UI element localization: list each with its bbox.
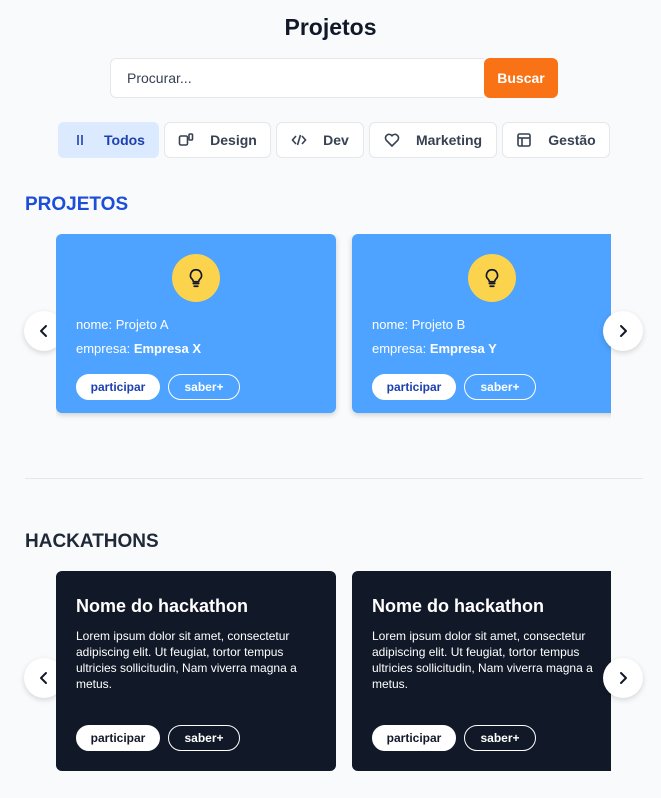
filter-tab-marketing[interactable]: Marketing <box>369 122 497 158</box>
layout-icon <box>517 133 532 147</box>
hackathon-description: Lorem ipsum dolor sit amet, consectetur … <box>372 629 593 691</box>
chevron-right-icon <box>620 325 627 337</box>
participar-button[interactable]: participar <box>372 374 456 400</box>
participar-button[interactable]: participar <box>372 725 456 751</box>
filter-tabs: Todos Design Dev Marketing Gestão <box>58 122 610 158</box>
filter-tab-label: Design <box>210 132 257 148</box>
code-icon <box>291 134 307 146</box>
hackathon-title: Nome do hackathon <box>372 596 545 616</box>
chevron-left-icon <box>40 672 47 684</box>
filter-tab-todos[interactable]: Todos <box>58 122 159 158</box>
chevron-left-icon <box>40 325 47 337</box>
filter-tab-dev[interactable]: Dev <box>276 122 364 158</box>
filter-tab-label: Gestão <box>548 132 596 148</box>
project-card: nome: Projeto A empresa: Empresa X parti… <box>56 234 336 413</box>
filter-tab-gestao[interactable]: Gestão <box>502 122 610 158</box>
heart-icon <box>384 133 400 148</box>
hackathon-card: Nome do hackathon Lorem ipsum dolor sit … <box>56 571 336 771</box>
bars-icon <box>77 135 83 145</box>
filter-tab-label: Dev <box>323 132 349 148</box>
project-company: empresa: Empresa Y <box>372 341 497 356</box>
search-bar: Buscar <box>110 58 558 98</box>
participar-button[interactable]: participar <box>76 725 160 751</box>
carousel-next-button[interactable] <box>603 311 643 351</box>
saber-mais-button[interactable]: saber+ <box>464 725 536 751</box>
hackathons-carousel: Nome do hackathon Lorem ipsum dolor sit … <box>56 571 611 777</box>
section-heading-projetos: PROJETOS <box>25 194 129 215</box>
lightbulb-icon <box>172 254 220 302</box>
filter-tab-design[interactable]: Design <box>164 122 271 158</box>
section-divider <box>25 478 643 479</box>
page-title: Projetos <box>284 14 377 40</box>
participar-button[interactable]: participar <box>76 374 160 400</box>
project-name: nome: Projeto A <box>76 317 169 332</box>
saber-mais-button[interactable]: saber+ <box>168 725 240 751</box>
lightbulb-icon <box>468 254 516 302</box>
hackathon-description: Lorem ipsum dolor sit amet, consectetur … <box>76 629 297 691</box>
filter-tab-label: Marketing <box>415 132 483 148</box>
hackathon-card: Nome do hackathon Lorem ipsum dolor sit … <box>352 571 611 771</box>
section-heading-hackathons: HACKATHONS <box>25 531 159 552</box>
hackathon-title: Nome do hackathon <box>76 596 249 616</box>
saber-mais-button[interactable]: saber+ <box>464 374 536 400</box>
design-icon <box>178 133 194 146</box>
projetos-carousel: nome: Projeto A empresa: Empresa X parti… <box>56 234 611 420</box>
project-name: nome: Projeto B <box>372 317 466 332</box>
search-button[interactable]: Buscar <box>484 58 558 98</box>
filter-tab-label: Todos <box>104 132 145 148</box>
carousel-next-button[interactable] <box>603 658 643 698</box>
saber-mais-button[interactable]: saber+ <box>168 374 240 400</box>
project-company: empresa: Empresa X <box>76 341 202 356</box>
project-card: nome: Projeto B empresa: Empresa Y parti… <box>352 234 611 413</box>
chevron-right-icon <box>620 672 627 684</box>
search-input[interactable] <box>110 58 484 98</box>
